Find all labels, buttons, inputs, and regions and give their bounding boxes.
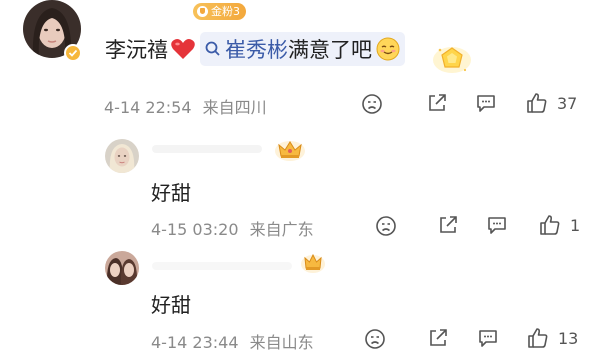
- verified-badge-icon: [64, 44, 82, 62]
- like-icon[interactable]: [526, 326, 550, 350]
- comment-icon[interactable]: [475, 92, 497, 114]
- heart-emoji-icon: [170, 37, 196, 61]
- share-icon[interactable]: [426, 92, 448, 114]
- reply-text: 好甜: [151, 293, 191, 317]
- topic-name: 崔秀彬: [225, 38, 288, 62]
- dislike-icon[interactable]: [364, 328, 386, 350]
- comment-text: 李沅禧 崔秀彬 满意了吧: [105, 30, 405, 68]
- comment-timestamp: 4-14 22:54 来自四川: [104, 94, 267, 118]
- comment-author-prefix: 李沅禧: [105, 38, 168, 62]
- share-icon[interactable]: [437, 214, 459, 236]
- location-text: 来自广东: [249, 220, 314, 239]
- timestamp-text: 4-15 03:20: [151, 220, 239, 239]
- like-count: 37: [557, 94, 578, 113]
- username-redacted: [152, 145, 262, 153]
- fan-level-badge: 金粉3: [193, 3, 246, 20]
- smug-emoji-icon: [375, 36, 401, 62]
- reply-timestamp: 4-14 23:44 来自山东: [151, 329, 314, 353]
- share-icon[interactable]: [427, 327, 449, 349]
- crown-badge-icon: [300, 252, 326, 274]
- crown-badge-icon: [272, 138, 308, 162]
- username-redacted: [152, 262, 292, 270]
- like-count: 1: [570, 216, 581, 235]
- dislike-icon[interactable]: [375, 215, 397, 237]
- like-count: 13: [558, 329, 579, 348]
- fan-badge-label: 金粉3: [211, 5, 240, 18]
- avatar[interactable]: [105, 251, 139, 285]
- location-text: 来自山东: [249, 333, 314, 352]
- like-icon[interactable]: [538, 213, 562, 237]
- reply-timestamp: 4-15 03:20 来自广东: [151, 216, 314, 240]
- search-icon: [205, 41, 220, 56]
- fan-badge-icon: [197, 6, 208, 17]
- reply-text: 好甜: [151, 181, 191, 205]
- topic-link[interactable]: 崔秀彬 满意了吧: [200, 32, 405, 66]
- location-text: 来自四川: [202, 98, 267, 117]
- comment-icon[interactable]: [486, 214, 508, 236]
- timestamp-text: 4-14 22:54: [104, 98, 192, 117]
- like-icon[interactable]: [525, 91, 549, 115]
- gold-medal-icon: [432, 44, 472, 76]
- comment-icon[interactable]: [477, 327, 499, 349]
- dislike-icon[interactable]: [361, 93, 383, 115]
- timestamp-text: 4-14 23:44: [151, 333, 239, 352]
- avatar[interactable]: [105, 139, 139, 173]
- comment-text-suffix: 满意了吧: [288, 38, 372, 62]
